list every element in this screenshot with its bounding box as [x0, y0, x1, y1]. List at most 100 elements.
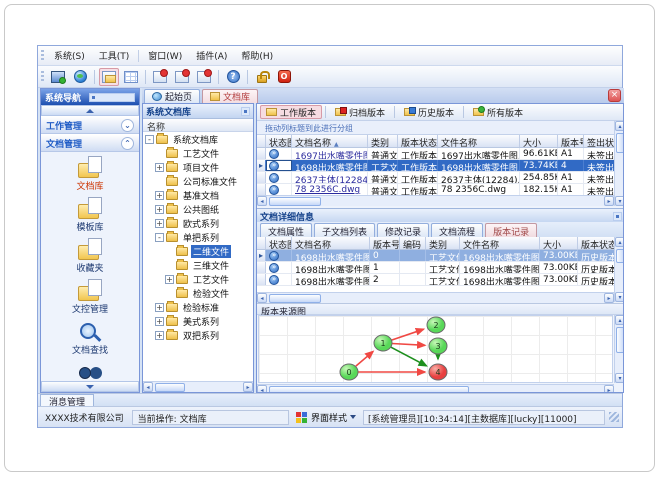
lock-button[interactable] [252, 68, 272, 86]
tree-item[interactable]: 检验文件 [143, 286, 253, 300]
scroll-right-button[interactable]: ▸ [604, 196, 614, 206]
menu-item[interactable]: 插件(A) [189, 47, 234, 64]
sidebar-group-document[interactable]: 文档管理 ⌃ [41, 134, 139, 152]
document-table-vertical-scrollbar[interactable]: ▴ ▾ [614, 121, 623, 206]
menubar-grip[interactable] [41, 49, 44, 62]
tree-horizontal-scrollbar[interactable]: ◂ ▸ [143, 381, 253, 392]
version-button-archive[interactable]: 归档版本 [329, 105, 391, 119]
tree-item[interactable]: + 基准文档 [143, 188, 253, 202]
power-button[interactable] [274, 68, 294, 86]
monitor-button[interactable] [48, 68, 68, 86]
scroll-left-button[interactable]: ◂ [143, 382, 153, 392]
scroll-right-button[interactable]: ▸ [604, 385, 614, 392]
tree-item[interactable]: 公司标准文件 [143, 174, 253, 188]
pin-icon[interactable] [89, 92, 135, 102]
menu-item[interactable]: 帮助(H) [234, 47, 280, 64]
tree-item[interactable]: + 美式系列 [143, 314, 253, 328]
detail-tab[interactable]: 文档流程 [431, 223, 484, 238]
alert-window-button[interactable] [194, 68, 214, 86]
expand-icon[interactable]: + [155, 316, 164, 326]
detail-table-vertical-scrollbar[interactable]: ▴ ▾ [614, 237, 623, 302]
tree-item[interactable]: - 单把系列 [143, 230, 253, 244]
table-row[interactable]: 2637主体(12284).dwg普通文档工作版本2637主体(12284).d… [257, 172, 614, 184]
column-header[interactable]: 版本状态 [578, 237, 614, 249]
tree-item[interactable]: + 双把系列 [143, 328, 253, 342]
table-row[interactable]: 78 2356C.dwg普通文档工作版本78 2356C.dwg182.15KB… [257, 184, 614, 195]
expand-icon[interactable]: + [155, 190, 164, 200]
graph-horizontal-scrollbar[interactable]: ◂ ▸ [257, 384, 614, 392]
detail-table-horizontal-scrollbar[interactable]: ◂ ▸ [257, 292, 614, 303]
scrollbar-thumb[interactable] [269, 385, 469, 392]
column-header[interactable]: 状态图 [266, 237, 292, 249]
table-row[interactable]: 1698出水嘴零件图.dwg1工艺文件1698出水嘴零件图.dwg73.00KB… [257, 262, 614, 274]
scroll-up-button[interactable]: ▴ [615, 121, 623, 131]
tab-start-page[interactable]: 起始页 [144, 89, 201, 103]
scroll-left-button[interactable]: ◂ [257, 196, 267, 206]
tree-item[interactable]: + 工艺文件 [143, 272, 253, 286]
scroll-right-button[interactable]: ▸ [243, 382, 253, 392]
scroll-left-button[interactable]: ◂ [257, 385, 267, 392]
version-button-history[interactable]: 历史版本 [398, 105, 460, 119]
explorer-button[interactable] [99, 67, 119, 86]
sidebar-scroll-up-button[interactable] [41, 105, 139, 116]
detail-tab[interactable]: 子文档列表 [314, 223, 376, 238]
sidebar-scroll-down-button[interactable] [41, 381, 139, 392]
scroll-down-button[interactable]: ▾ [615, 196, 623, 206]
scrollbar-thumb[interactable] [615, 327, 623, 353]
sidebar-item-template[interactable]: 模板库 [76, 197, 104, 233]
sidebar-item-doclib[interactable]: 文档库 [76, 156, 104, 192]
menu-item[interactable]: 工具(T) [92, 47, 137, 64]
detail-tab[interactable]: 文档属性 [260, 223, 313, 238]
scroll-right-button[interactable]: ▸ [604, 293, 614, 303]
grid-window-button[interactable] [121, 68, 141, 86]
scrollbar-thumb[interactable] [615, 133, 623, 153]
sidebar-group-work[interactable]: 工作管理 ⌄ [41, 116, 139, 134]
column-header[interactable]: 版本状态 [398, 135, 438, 147]
detail-tab[interactable]: 修改记录 [377, 223, 430, 238]
expand-icon[interactable]: + [155, 218, 164, 228]
scroll-up-button[interactable]: ▴ [615, 315, 623, 325]
scroll-down-button[interactable]: ▾ [615, 373, 623, 383]
sidebar-item-foldersearch[interactable]: 文件夹查找 [67, 361, 112, 381]
column-header[interactable]: 类别 [426, 237, 460, 249]
version-button-work[interactable]: 工作版本 [260, 105, 323, 119]
tree-item[interactable]: 三维文件 [143, 258, 253, 272]
detail-tab[interactable]: 版本记录 [485, 223, 538, 238]
column-header[interactable]: 文档名称 [292, 237, 370, 249]
column-header[interactable]: 大小 [540, 237, 578, 249]
tree-item[interactable]: 二维文件 [143, 244, 253, 258]
collapse-icon[interactable]: - [145, 134, 154, 144]
scrollbar-thumb[interactable] [269, 196, 321, 206]
column-header[interactable]: 类别 [368, 135, 398, 147]
column-header[interactable]: 文档名称 ▲ [292, 135, 368, 147]
scrollbar-thumb[interactable] [155, 382, 185, 392]
menu-item[interactable]: 窗口(W) [141, 47, 189, 64]
column-header[interactable]: 文件名称 [460, 237, 540, 249]
tab-close-button[interactable]: × [608, 89, 621, 102]
globe-button[interactable] [70, 68, 90, 86]
menu-item[interactable]: 系统(S) [47, 47, 92, 64]
column-header[interactable]: 大小 [520, 135, 558, 147]
sidebar-item-doccontrol[interactable]: 文控管理 [72, 279, 108, 315]
table-row[interactable]: 1697出水嘴零件图.dwg普通文档工作版本1697出水嘴零件图.dwg96.6… [257, 148, 614, 160]
expand-icon[interactable]: + [155, 162, 164, 172]
column-header[interactable]: 版本号 [370, 237, 400, 249]
sidebar-item-docsearch[interactable]: 文档查找 [72, 320, 108, 356]
expand-icon[interactable]: + [155, 330, 164, 340]
pin-icon[interactable] [241, 106, 250, 116]
column-header[interactable]: 状态图 [266, 135, 292, 147]
resize-grip[interactable] [609, 412, 619, 422]
chevron-down-icon[interactable]: ⌄ [121, 118, 134, 132]
column-header[interactable]: 文件名称 [438, 135, 520, 147]
send-window-button[interactable] [150, 68, 170, 86]
document-table-horizontal-scrollbar[interactable]: ◂ ▸ [257, 195, 614, 206]
chevron-up-icon[interactable]: ⌃ [121, 136, 134, 150]
column-header[interactable]: 版本号 [558, 135, 584, 147]
table-row[interactable]: 1698出水嘴零件图.dwg2工艺文件1698出水嘴零件图.dwg73.00KB… [257, 274, 614, 286]
scroll-left-button[interactable]: ◂ [257, 293, 267, 303]
tree-item[interactable]: - 系统文档库 [143, 132, 253, 146]
tree-item[interactable]: + 检验标准 [143, 300, 253, 314]
graph-vertical-scrollbar[interactable]: ▴ ▾ [614, 315, 623, 383]
expand-icon[interactable]: + [155, 302, 164, 312]
scroll-up-button[interactable]: ▴ [615, 237, 623, 247]
